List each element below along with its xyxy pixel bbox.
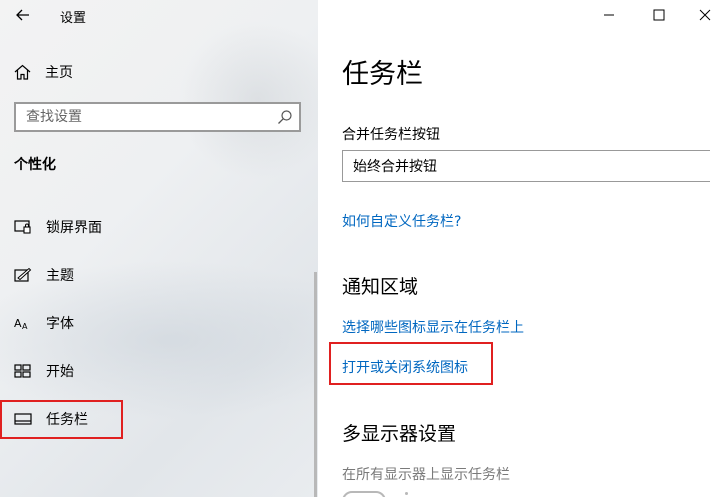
sidebar-item-label: 开始	[46, 364, 74, 380]
sidebar-item-taskbar[interactable]: 任务栏	[0, 400, 318, 438]
search-icon	[278, 110, 292, 124]
minimize-button[interactable]	[586, 0, 632, 30]
multi-display-heading: 多显示器设置	[342, 423, 457, 445]
search-input[interactable]	[26, 109, 266, 125]
page-title: 任务栏	[342, 59, 423, 90]
lock-screen-icon	[14, 219, 32, 235]
sidebar-item-home[interactable]: 主页	[14, 60, 73, 84]
sidebar-item-lock-screen[interactable]: 锁屏界面	[0, 208, 318, 246]
maximize-button[interactable]	[636, 0, 682, 30]
sidebar-item-label: 主题	[46, 268, 74, 284]
window-title: 设置	[60, 11, 87, 26]
sidebar-item-start[interactable]: 开始	[0, 352, 318, 390]
show-all-displays-label: 在所有显示器上显示任务栏	[342, 467, 510, 483]
minimize-icon	[604, 14, 614, 16]
section-heading: 个性化	[14, 157, 56, 173]
sidebar-scrollbar[interactable]	[314, 272, 317, 497]
sidebar-item-theme[interactable]: 主题	[0, 256, 318, 294]
svg-text:A: A	[14, 317, 22, 330]
sidebar-item-fonts[interactable]: A A 字体	[0, 304, 318, 342]
sidebar-item-label: 任务栏	[46, 412, 88, 428]
close-button[interactable]	[684, 0, 725, 30]
combine-buttons-dropdown[interactable]: 始终合并按钮	[342, 150, 710, 182]
dropdown-value: 始终合并按钮	[353, 159, 437, 175]
theme-icon	[14, 267, 32, 283]
toggle-status-dot	[405, 492, 408, 495]
combine-buttons-label: 合并任务栏按钮	[342, 127, 440, 143]
taskbar-icon	[14, 411, 32, 427]
customize-taskbar-link[interactable]: 如何自定义任务栏?	[342, 211, 461, 231]
search-box[interactable]	[14, 102, 301, 132]
font-icon: A A	[14, 315, 32, 331]
sidebar-item-label: 锁屏界面	[46, 220, 102, 236]
main-pane: 任务栏 合并任务栏按钮 始终合并按钮 如何自定义任务栏? 通知区域 选择哪些图标…	[318, 0, 725, 497]
system-icons-link[interactable]: 打开或关闭系统图标	[342, 357, 468, 377]
sidebar: 设置 主页 个性化 锁屏界面	[0, 0, 318, 497]
svg-text:A: A	[22, 322, 28, 331]
notification-area-heading: 通知区域	[342, 276, 419, 298]
close-icon	[699, 9, 710, 21]
back-button[interactable]	[10, 2, 36, 28]
home-icon	[14, 64, 31, 80]
back-arrow-icon	[16, 9, 29, 21]
start-icon	[14, 363, 32, 379]
select-icons-link[interactable]: 选择哪些图标显示在任务栏上	[342, 317, 524, 337]
show-all-displays-toggle[interactable]	[342, 491, 386, 497]
maximize-icon	[653, 9, 665, 21]
sidebar-item-label: 主页	[45, 65, 73, 81]
sidebar-item-label: 字体	[46, 316, 74, 332]
